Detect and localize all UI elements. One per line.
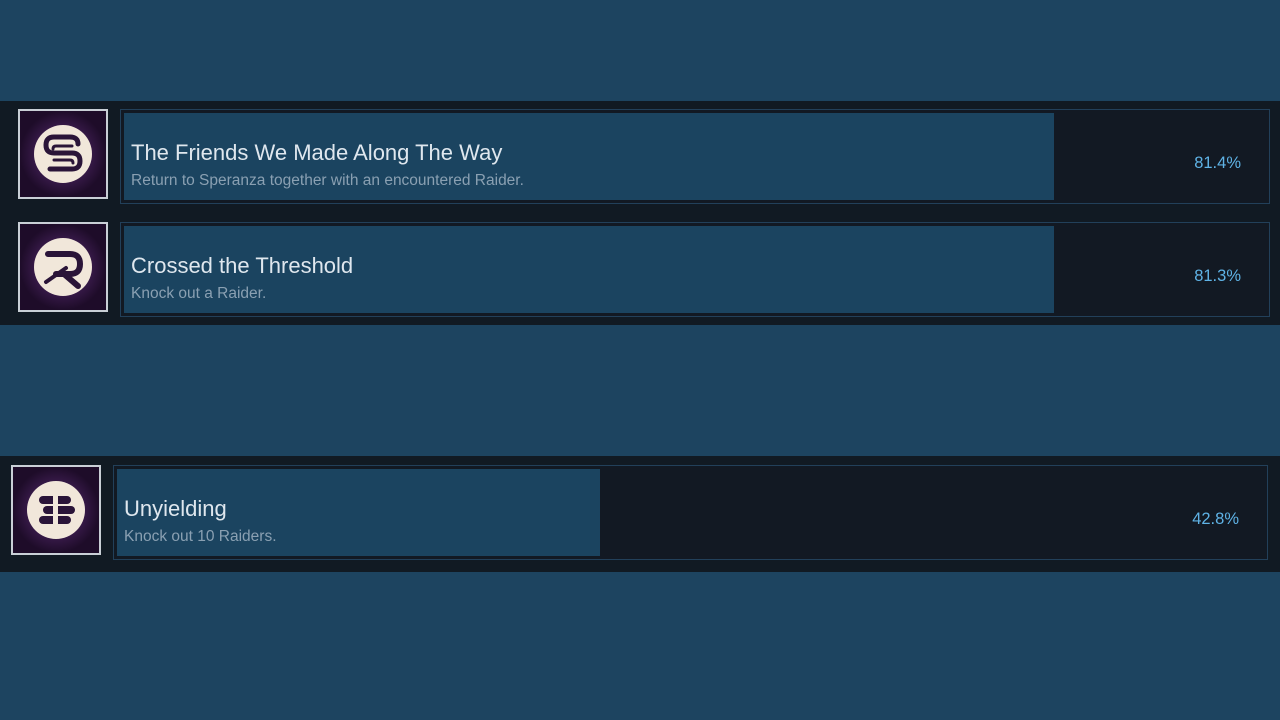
achievement-description: Return to Speranza together with an enco… [131,172,524,189]
unlock-percentage: 81.3% [1194,267,1241,285]
unlock-percentage: 81.4% [1194,154,1241,172]
achievement-description: Knock out 10 Raiders. [124,528,277,545]
achievement-title: The Friends We Made Along The Way [131,140,503,165]
achievement-title: Crossed the Threshold [131,253,354,278]
unlock-percentage: 42.8% [1192,510,1239,528]
achievement-title: Unyielding [124,496,227,521]
achievement-card: Crossed the Threshold Knock out a Raider… [120,222,1270,317]
achievement-card: Unyielding Knock out 10 Raiders. 42.8% [113,465,1268,560]
achievement-card: The Friends We Made Along The Way Return… [120,109,1270,204]
raider-stack-emblem-icon [11,465,101,555]
raider-r-emblem-icon [18,222,108,312]
achievement-description: Knock out a Raider. [131,285,267,302]
speranza-s-emblem-icon [18,109,108,199]
achievement-row[interactable]: Unyielding Knock out 10 Raiders. 42.8% [11,465,1268,562]
achievement-row[interactable]: Crossed the Threshold Knock out a Raider… [18,222,1270,319]
achievement-row[interactable]: The Friends We Made Along The Way Return… [18,109,1270,206]
